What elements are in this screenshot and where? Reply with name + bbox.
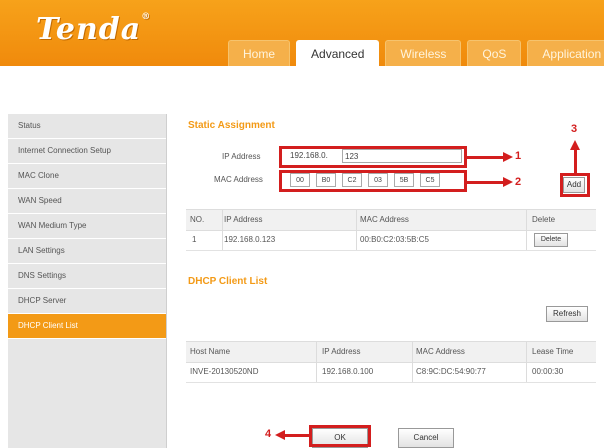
tab-advanced[interactable]: Advanced	[296, 40, 380, 66]
row-no: 1	[192, 235, 197, 244]
static-assignment-title: Static Assignment	[188, 120, 275, 131]
col-ip-address: IP Address	[224, 215, 263, 224]
annotation-number-4: 4	[265, 428, 272, 440]
col-mac-address: MAC Address	[360, 215, 409, 224]
annotation-box-mac	[279, 170, 467, 192]
annotation-arrow-2-line	[467, 181, 503, 184]
table-divider	[526, 210, 527, 250]
dhcp-table-header: Host Name IP Address MAC Address Lease T…	[186, 341, 596, 363]
col-mac-address: MAC Address	[416, 347, 465, 356]
annotation-arrow-3-line	[574, 150, 577, 173]
col-ip-address: IP Address	[322, 347, 361, 356]
col-delete: Delete	[532, 215, 556, 224]
row-host-name: INVE-20130520ND	[190, 367, 259, 376]
sidebar-item-status[interactable]: Status	[8, 114, 166, 139]
static-table-row: 1 192.168.0.123 00:B0:C2:03:5B:C5 Delete	[186, 230, 596, 251]
mac-address-label: MAC Address	[214, 175, 263, 184]
sidebar-item-dns-settings[interactable]: DNS Settings	[8, 264, 166, 289]
refresh-button[interactable]: Refresh	[546, 306, 588, 322]
row-mac: 00:B0:C2:03:5B:C5	[360, 235, 429, 244]
annotation-number-1: 1	[515, 150, 522, 162]
cancel-button[interactable]: Cancel	[398, 428, 454, 448]
table-divider	[356, 210, 357, 250]
annotation-arrow-1-head	[503, 152, 513, 162]
table-divider	[222, 210, 223, 250]
dhcp-table-row: INVE-20130520ND 192.168.0.100 C8:9C:DC:5…	[186, 362, 596, 383]
tab-application[interactable]: Application	[527, 40, 604, 66]
col-host-name: Host Name	[190, 347, 231, 356]
annotation-box-ok	[309, 425, 371, 447]
ip-address-label: IP Address	[222, 152, 261, 161]
sidebar-item-mac-clone[interactable]: MAC Clone	[8, 164, 166, 189]
registered-mark: ®	[141, 12, 152, 22]
annotation-arrow-4-head	[275, 430, 285, 440]
dhcp-client-list-title: DHCP Client List	[188, 276, 268, 287]
tab-qos[interactable]: QoS	[467, 40, 522, 66]
sidebar-item-wan-medium-type[interactable]: WAN Medium Type	[8, 214, 166, 239]
col-lease-time: Lease Time	[532, 347, 574, 356]
row-ip: 192.168.0.100	[322, 367, 374, 376]
delete-button[interactable]: Delete	[534, 233, 568, 247]
annotation-number-3: 3	[571, 123, 578, 135]
col-no: NO.	[190, 215, 205, 224]
tab-wireless[interactable]: Wireless	[385, 40, 462, 66]
sidebar-item-wan-speed[interactable]: WAN Speed	[8, 189, 166, 214]
table-divider	[526, 342, 527, 382]
annotation-number-2: 2	[515, 176, 522, 188]
row-ip: 192.168.0.123	[224, 235, 276, 244]
annotation-arrow-3-head	[570, 140, 580, 150]
tenda-logo: Tenda®	[36, 12, 152, 47]
row-lease-time: 00:00:30	[532, 367, 564, 376]
header-bar: Tenda® Home Advanced Wireless QoS Applic…	[0, 0, 604, 66]
table-divider	[412, 342, 413, 382]
row-mac: C8:9C:DC:54:90:77	[416, 367, 486, 376]
main-tabs: Home Advanced Wireless QoS Application	[228, 40, 604, 66]
sidebar-item-internet-connection-setup[interactable]: Internet Connection Setup	[8, 139, 166, 164]
tab-home[interactable]: Home	[228, 40, 291, 66]
table-divider	[316, 342, 317, 382]
sidebar-item-dhcp-client-list[interactable]: DHCP Client List	[8, 314, 166, 339]
sidebar-item-lan-settings[interactable]: LAN Settings	[8, 239, 166, 264]
annotation-arrow-2-head	[503, 177, 513, 187]
annotation-box-ip	[279, 146, 467, 168]
sidebar-item-dhcp-server[interactable]: DHCP Server	[8, 289, 166, 314]
annotation-arrow-4-line	[285, 434, 309, 437]
annotation-box-add	[560, 173, 590, 197]
sidebar: Status Internet Connection Setup MAC Clo…	[8, 114, 167, 448]
annotation-arrow-1-line	[467, 156, 503, 159]
static-table-header: NO. IP Address MAC Address Delete	[186, 209, 596, 231]
